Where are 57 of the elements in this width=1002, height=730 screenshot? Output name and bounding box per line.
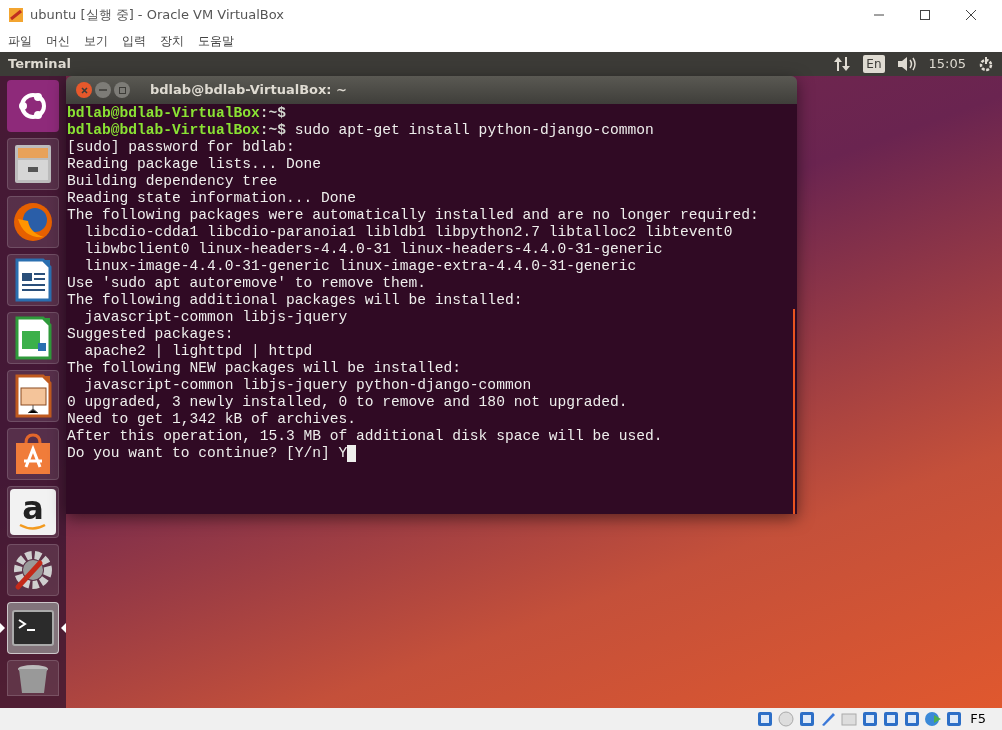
- launcher-button[interactable]: [7, 660, 59, 696]
- terminal-line: javascript-common libjs-jquery python-django-common: [83, 377, 533, 394]
- menu-item[interactable]: 입력: [120, 32, 148, 50]
- terminal-line: The following packages were automatically installed and are no longer required:: [67, 207, 760, 224]
- terminal-line: libwbclient0 linux-headers-4.4.0-31 linux-headers-4.4.0-31-generic: [83, 241, 664, 258]
- menu-item[interactable]: 머신: [44, 32, 72, 50]
- launcher-button[interactable]: [7, 80, 59, 132]
- terminal-line: linux-image-4.4.0-31-generic linux-image-extra-4.4.0-31-generic: [83, 258, 638, 275]
- launcher-button[interactable]: [7, 428, 59, 480]
- terminal-line: bdlab@bdlab-VirtualBox:~$: [67, 105, 287, 122]
- terminal-line: libcdio-cdda1 libcdio-paranoia1 libldb1 libpython2.7 libtalloc2 libtevent0: [83, 224, 734, 241]
- app-logo-icon: [8, 7, 24, 23]
- launcher-button[interactable]: [7, 138, 59, 190]
- terminal-line: After this operation, 15.3 MB of additional disk space will be used.: [67, 428, 664, 445]
- launcher-button[interactable]: [7, 196, 59, 248]
- close-button[interactable]: [76, 82, 92, 98]
- launcher-button[interactable]: [7, 602, 59, 654]
- terminal-line: Need to get 1,342 kB of archives.: [67, 411, 357, 428]
- speaker-icon: [896, 56, 917, 72]
- menu-item[interactable]: 파일: [6, 32, 34, 50]
- pen-icon[interactable]: [819, 710, 838, 728]
- app-name: Terminal: [8, 55, 71, 74]
- terminal-line: The following additional packages will be installed:: [67, 292, 524, 309]
- terminal-line: Reading state information... Done: [67, 190, 357, 207]
- terminal-line: 0 upgraded, 3 newly installed, 0 to remove and 180 not upgraded.: [67, 394, 629, 411]
- keyboard-layout-indicator[interactable]: En: [863, 55, 885, 73]
- focus-arrow-icon: [61, 623, 66, 633]
- launcher-button[interactable]: [7, 544, 59, 596]
- menu-item[interactable]: 보기: [82, 32, 110, 50]
- terminal-line: apache2 | lighttpd | httpd: [83, 343, 314, 360]
- terminal-line: bdlab@bdlab-VirtualBox:~$ sudo apt-get install python-django-common: [67, 122, 655, 139]
- terminal-line: The following NEW packages will be installed:: [67, 360, 463, 377]
- terminal-title: bdlab@bdlab-VirtualBox: ~: [150, 81, 347, 100]
- network-arrows-icon: [833, 56, 852, 72]
- minimize-icon: [99, 89, 107, 91]
- power-gear-icon: [978, 56, 994, 72]
- close-icon: [80, 86, 88, 94]
- window-title: ubuntu [실행 중] - Oracle VM VirtualBox: [30, 6, 284, 25]
- launcher-button[interactable]: [7, 370, 59, 422]
- host-key-label: F5: [970, 710, 986, 729]
- launcher-button[interactable]: [7, 254, 59, 306]
- minimize-button[interactable]: [95, 82, 111, 98]
- terminal-line: Reading package lists... Done: [67, 156, 322, 173]
- terminal-line: Use 'sudo apt autoremove' to remove them.: [67, 275, 428, 292]
- menu-item[interactable]: 도움말: [196, 32, 236, 50]
- clock[interactable]: 15:05: [928, 54, 966, 74]
- terminal-line: Do you want to continue? [Y/n] Y: [67, 445, 348, 462]
- terminal-line: Suggested packages:: [67, 326, 235, 343]
- close-icon: [966, 10, 976, 20]
- text-cursor: [347, 445, 357, 462]
- terminal-line: javascript-common libjs-jquery: [83, 309, 349, 326]
- terminal-line: Building dependency tree: [67, 173, 279, 190]
- launcher-button[interactable]: [7, 312, 59, 364]
- maximize-icon: [920, 10, 930, 20]
- menu-item[interactable]: 장치: [158, 32, 186, 50]
- terminal-line: [sudo] password for bdlab:: [67, 139, 296, 156]
- maximize-icon: [118, 86, 126, 94]
